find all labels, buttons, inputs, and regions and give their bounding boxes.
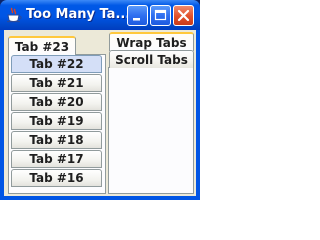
- close-button[interactable]: [173, 5, 194, 26]
- tab-label: Tab #23: [14, 40, 70, 54]
- java-coffee-cup-icon: [7, 7, 22, 23]
- close-icon: [177, 9, 190, 22]
- list-tab-18[interactable]: Tab #18: [11, 131, 102, 149]
- list-tab-20[interactable]: Tab #20: [11, 93, 102, 111]
- maximize-button[interactable]: [150, 5, 171, 26]
- tab-label: Tab #17: [29, 152, 84, 166]
- outer-tab-content: [108, 67, 194, 194]
- client-area: Wrap Tabs Scroll Tabs Tab #23 Tab #22 Ta…: [4, 30, 196, 196]
- tab-label: Tab #16: [29, 171, 84, 185]
- maximize-icon: [154, 9, 167, 21]
- window-title: Too Many Ta...: [26, 7, 131, 22]
- application-window: Too Many Ta... Wrap Tabs Scroll Tabs Tab…: [0, 0, 200, 200]
- tab-label: Scroll Tabs: [115, 53, 188, 67]
- tab-label: Tab #18: [29, 133, 84, 147]
- list-tab-21[interactable]: Tab #21: [11, 74, 102, 92]
- tab-wrap-tabs[interactable]: Wrap Tabs: [109, 32, 194, 51]
- tab-label: Tab #19: [29, 114, 84, 128]
- tab-scroll-tabs[interactable]: Scroll Tabs: [109, 50, 194, 68]
- title-bar[interactable]: Too Many Ta...: [0, 0, 200, 30]
- minimize-button[interactable]: [127, 5, 148, 26]
- window-border-right: [196, 30, 200, 200]
- tab-label: Tab #20: [29, 95, 84, 109]
- tab-label: Tab #22: [29, 57, 84, 71]
- list-tab-17[interactable]: Tab #17: [11, 150, 102, 168]
- minimize-icon: [133, 18, 140, 21]
- list-tab-16[interactable]: Tab #16: [11, 169, 102, 187]
- list-tab-22[interactable]: Tab #22: [11, 55, 102, 73]
- tab-label: Tab #21: [29, 76, 84, 90]
- list-tab-19[interactable]: Tab #19: [11, 112, 102, 130]
- window-border-bottom: [0, 196, 200, 200]
- tab-23[interactable]: Tab #23: [8, 36, 76, 56]
- tab-label: Wrap Tabs: [116, 36, 187, 50]
